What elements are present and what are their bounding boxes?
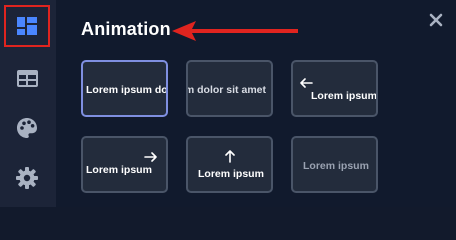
card-label: Lorem ipsum [303,160,369,172]
animation-card-slide-up[interactable]: Lorem ipsum [186,136,273,193]
palette-icon [17,118,37,138]
close-button[interactable] [426,10,446,30]
animation-card-fade-right[interactable]: Lorem ipsum dolor sit amet [81,60,168,117]
table-icon [16,69,38,87]
dashboard-icon [17,17,37,35]
sidebar-item-dashboard[interactable] [4,5,50,47]
card-label: Lorem ipsum [311,90,377,102]
page-title: Animation [81,19,171,39]
red-arrow-left-icon [172,21,298,41]
card-label: Lorem ipsum [198,168,264,180]
arrow-up-icon [225,150,235,163]
animation-panel: Animation Lorem ipsum dolor sit amet Lor… [56,0,456,207]
animation-card-slide-right[interactable]: Lorem ipsum [81,136,168,193]
card-label: Lorem ipsum [86,164,152,176]
sidebar-item-theme[interactable] [4,107,50,149]
animation-card-fade[interactable]: Lorem ipsum [291,136,378,193]
arrow-left-icon [300,78,313,88]
sidebar-item-layout[interactable] [4,57,50,99]
animation-card-slide-left[interactable]: Lorem ipsum [291,60,378,117]
arrow-right-icon [144,152,157,162]
sidebar [0,0,56,207]
animation-card-fade-left[interactable]: Lorem ipsum dolor sit amet [186,60,273,117]
close-icon [429,13,443,27]
gear-icon [16,167,38,189]
card-label: Lorem ipsum dolor sit amet [188,84,266,96]
sidebar-item-settings[interactable] [4,157,50,199]
card-label: Lorem ipsum dolor sit amet [86,84,168,96]
